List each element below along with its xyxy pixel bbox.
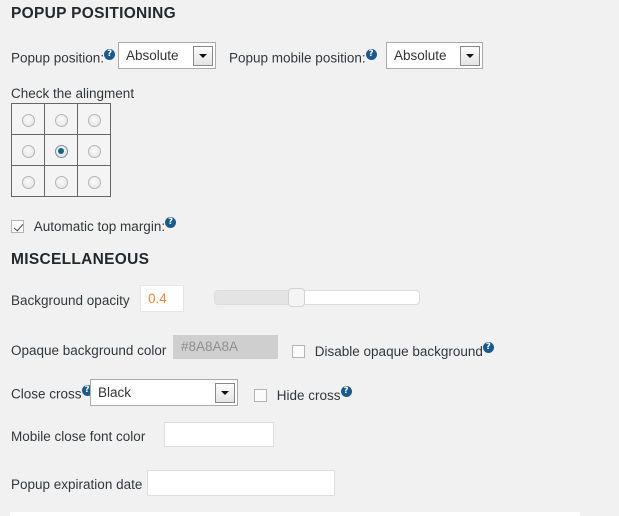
popup-expiration-date-input[interactable] (147, 470, 335, 496)
popup-position-label-text: Popup position: (11, 50, 105, 66)
help-question-icon[interactable]: ? (340, 386, 352, 397)
popup-mobile-position-select[interactable]: Absolute (386, 42, 483, 69)
radio-top-center[interactable] (54, 113, 68, 127)
mobile-close-font-color-label: Mobile close font color (11, 429, 146, 444)
chevron-down-icon[interactable] (215, 382, 235, 403)
background-opacity-label: Background opacity (11, 293, 130, 308)
popup-position-value: Absolute (126, 48, 179, 63)
alignment-grid (11, 103, 111, 197)
alignment-cell-middle-left[interactable] (11, 134, 45, 166)
alignment-cell-middle-right[interactable] (77, 134, 111, 166)
settings-page: POPUP POSITIONING Popup position:? Absol… (0, 0, 619, 516)
opaque-background-color-label: Opaque background color (11, 343, 167, 358)
close-cross-select[interactable]: Black (90, 379, 238, 406)
popup-position-select[interactable]: Absolute (118, 42, 216, 69)
disable-opaque-background-row[interactable]: Disable opaque background? (292, 342, 494, 359)
alignment-cell-middle-center[interactable] (44, 134, 78, 166)
disable-opaque-background-checkbox[interactable] (292, 345, 305, 359)
radio-bottom-center[interactable] (54, 175, 68, 189)
opaque-background-color-input[interactable]: #8A8A8A (173, 335, 278, 359)
radio-top-right[interactable] (87, 113, 101, 127)
chevron-down-icon[interactable] (193, 45, 213, 66)
alignment-cell-top-left[interactable] (11, 103, 45, 135)
radio-middle-center[interactable] (54, 144, 68, 158)
radio-bottom-left[interactable] (21, 175, 35, 189)
hide-cross-row[interactable]: Hide cross? (254, 386, 352, 403)
help-question-icon[interactable]: ? (165, 217, 177, 228)
mobile-close-font-color-input[interactable] (164, 422, 274, 447)
automatic-top-margin-checkbox[interactable] (11, 220, 24, 234)
automatic-top-margin-label: Automatic top margin: (33, 218, 166, 234)
disable-opaque-background-label: Disable opaque background (314, 343, 483, 359)
radio-middle-right[interactable] (87, 144, 101, 158)
help-question-icon[interactable]: ? (365, 49, 377, 60)
radio-middle-left[interactable] (21, 144, 35, 158)
automatic-top-margin-row[interactable]: Automatic top margin:? (11, 217, 177, 234)
radio-bottom-right[interactable] (87, 175, 101, 189)
alignment-label: Check the alingment (11, 86, 135, 101)
popup-mobile-position-value: Absolute (394, 48, 447, 63)
bottom-panel-edge (10, 512, 580, 516)
close-cross-value: Black (98, 385, 132, 400)
close-cross-label: Close cross? (11, 385, 93, 402)
chevron-down-icon[interactable] (460, 45, 480, 66)
alignment-cell-top-right[interactable] (77, 103, 111, 135)
slider-fill (215, 291, 297, 304)
alignment-cell-top-center[interactable] (44, 103, 78, 135)
background-opacity-input[interactable]: 0.4 (140, 285, 184, 312)
popup-mobile-position-label-text: Popup mobile position: (229, 50, 366, 66)
help-question-icon[interactable]: ? (482, 342, 494, 353)
popup-mobile-position-label: Popup mobile position:? (229, 49, 377, 66)
alignment-cell-bottom-left[interactable] (11, 165, 45, 197)
close-cross-label-text: Close cross (11, 386, 82, 402)
slider-handle[interactable] (288, 288, 306, 307)
radio-top-left[interactable] (21, 113, 35, 127)
help-question-icon[interactable]: ? (104, 49, 116, 60)
alignment-cell-bottom-center[interactable] (44, 165, 78, 197)
alignment-cell-bottom-right[interactable] (77, 165, 111, 197)
popup-expiration-date-label: Popup expiration date (11, 477, 143, 492)
section-title-miscellaneous: MISCELLANEOUS (11, 251, 150, 268)
section-title-popup-positioning: POPUP POSITIONING (11, 5, 177, 22)
popup-position-label: Popup position:? (11, 49, 116, 66)
hide-cross-checkbox[interactable] (254, 389, 267, 403)
background-opacity-slider[interactable] (214, 288, 420, 307)
hide-cross-label: Hide cross (276, 387, 341, 403)
